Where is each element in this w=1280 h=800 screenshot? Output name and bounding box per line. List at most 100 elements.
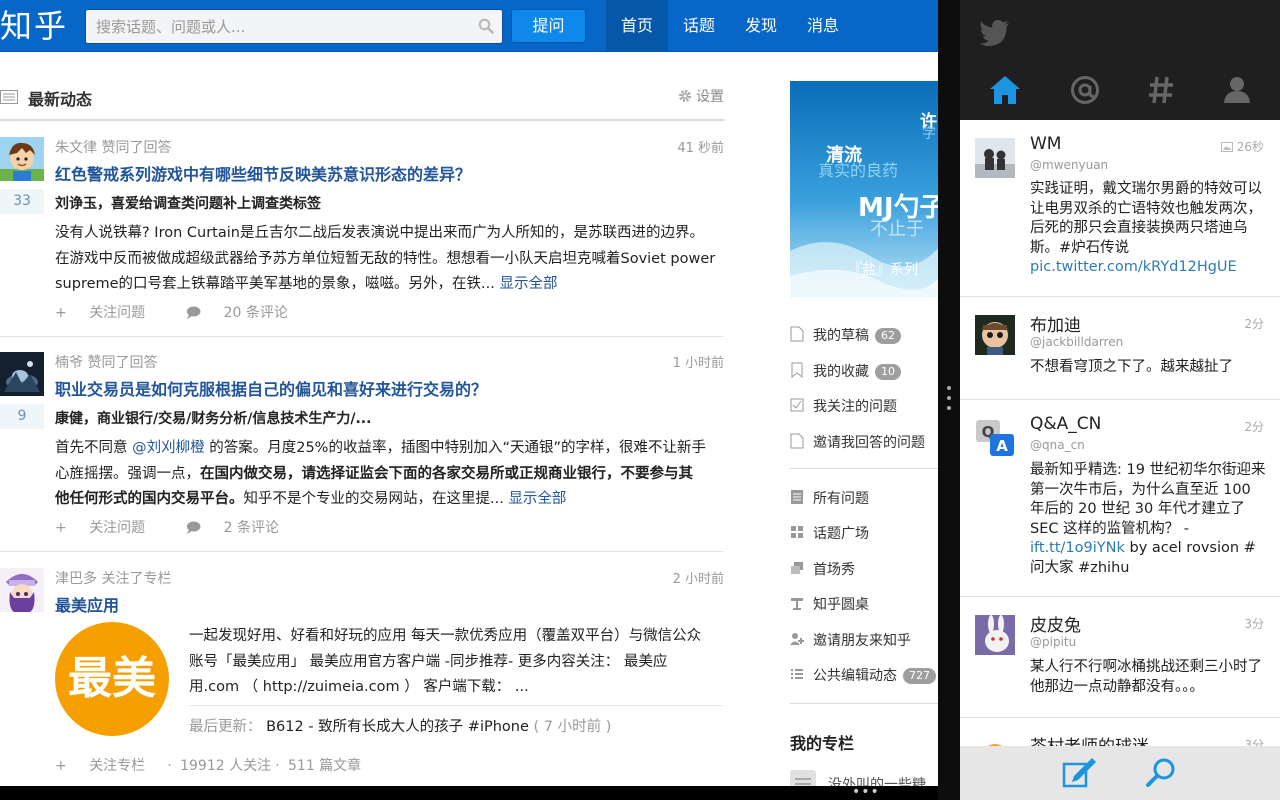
count-badge: 10 bbox=[875, 364, 901, 380]
tweet[interactable]: 布加迪 @jackbilldarren 2分 不想看穹顶之下了。越来越扯了 bbox=[960, 297, 1280, 399]
answer-summary: 首先不同意 @刘刈柳橙 的答案。月度25%的收益率，插图中特别加入“天通银”的字… bbox=[55, 436, 723, 513]
settings-label: 设置 bbox=[696, 89, 724, 105]
follow-question-button[interactable]: + 关注问题 bbox=[55, 305, 163, 321]
tweet[interactable]: 皮皮兔 @pipitu 3分 某人行不行啊冰桶挑战还剩三小时了他那边一点动静都没… bbox=[960, 597, 1280, 717]
avatar[interactable] bbox=[975, 138, 1015, 178]
follow-label: 关注问题 bbox=[89, 305, 146, 321]
avatar[interactable] bbox=[975, 615, 1015, 655]
search-input[interactable] bbox=[96, 16, 466, 38]
avatar[interactable]: QA bbox=[975, 418, 1015, 458]
edit-list-icon bbox=[790, 666, 804, 686]
compose-icon[interactable] bbox=[1062, 756, 1098, 792]
activity-meta[interactable]: 朱文律 赞同了回答 bbox=[55, 137, 171, 157]
sidebar-label: 知乎圆桌 bbox=[813, 597, 869, 613]
main-nav: 首页 话题 发现 消息 bbox=[606, 0, 854, 52]
plus-icon: + bbox=[55, 520, 67, 536]
zhihu-logo[interactable]: 知乎 bbox=[0, 6, 68, 46]
nav-explore[interactable]: 发现 bbox=[730, 0, 792, 52]
update-article-link[interactable]: B612 - 致所有长成大人的孩子 #iPhone bbox=[266, 719, 529, 735]
feed-list-icon bbox=[0, 89, 18, 108]
tweet-time: 2分 bbox=[1244, 420, 1264, 434]
feed-settings-link[interactable]: 设置 bbox=[678, 86, 724, 106]
tweet-link[interactable]: ift.tt/1o9iYNk bbox=[1030, 540, 1125, 556]
feed-item-column: 津巴多 关注了专栏 2 小时前 最美应用 最美 一起发现好用、好看和好玩的应用 … bbox=[0, 568, 724, 778]
answer-author[interactable]: 刘诤玉，喜爱给调查类问题补上调查类标签 bbox=[55, 193, 321, 213]
nav-messages[interactable]: 消息 bbox=[792, 0, 854, 52]
summary-line: 没有人说铁幕? Iron Curtain是丘吉尔二战后发表演说中提出来而广为人所… bbox=[55, 225, 704, 241]
tweet-time: 3分 bbox=[1244, 617, 1264, 631]
check-icon bbox=[790, 397, 804, 417]
tweet-text: 不想看穹顶之下了。越来越扯了 bbox=[1030, 359, 1233, 375]
activity-meta[interactable]: 楠爷 赞同了回答 bbox=[55, 352, 157, 372]
summary-bold: 他任何形式的国内交易平台。 bbox=[55, 491, 244, 507]
my-columns-title: 我的专栏 bbox=[790, 734, 855, 753]
promo-banner[interactable]: 清流 真实的良药 MJ勺子 不止于 『盐』系列 许 字 bbox=[790, 81, 938, 298]
activity-meta[interactable]: 津巴多 关注了专栏 bbox=[55, 568, 171, 588]
avatar[interactable] bbox=[0, 568, 44, 612]
follow-question-button[interactable]: + 关注问题 bbox=[55, 520, 163, 536]
tweet[interactable]: WM @mwenyuan 26秒 实践证明，戴文瑞尔男爵的特效可以让电男双杀的亡… bbox=[960, 120, 1280, 296]
nav-topics[interactable]: 话题 bbox=[668, 0, 730, 52]
show-icon bbox=[790, 560, 804, 580]
follow-column-button[interactable]: + 关注专栏 bbox=[55, 758, 163, 774]
tweet-body: 最新知乎精选: 19 世纪初华尔街迎来第一次牛市后，为什么直至近 100 年后的… bbox=[1030, 462, 1266, 537]
feed-item: 楠爷 赞同了回答 1 小时前 职业交易员是如何克服根据自己的偏见和喜好来进行交易… bbox=[0, 352, 724, 542]
invite-icon bbox=[790, 433, 804, 453]
vote-count[interactable]: 33 bbox=[0, 189, 44, 214]
tweet-handle: @mwenyuan bbox=[1030, 158, 1109, 172]
tweet-name[interactable]: Q&A_CN bbox=[1030, 414, 1101, 434]
home-icon[interactable] bbox=[989, 75, 1021, 109]
divider bbox=[0, 551, 724, 552]
show-all-link[interactable]: 显示全部 bbox=[500, 276, 558, 292]
draft-icon bbox=[790, 326, 804, 346]
tweet[interactable]: QA Q&A_CN @qna_cn 2分 最新知乎精选: 19 世纪初华尔街迎来… bbox=[960, 400, 1280, 596]
column-logo[interactable]: 最美 bbox=[55, 622, 169, 736]
answer-summary: 没有人说铁幕? Iron Curtain是丘吉尔二战后发表演说中提出来而广为人所… bbox=[55, 221, 723, 298]
table-icon bbox=[790, 595, 804, 615]
item-actions: + 关注专栏 · 19912 人关注 · 511 篇文章 bbox=[55, 758, 362, 774]
mention-link[interactable]: @刘刈柳橙 bbox=[132, 440, 205, 456]
nav-home[interactable]: 首页 bbox=[606, 0, 669, 52]
item-actions: + 关注问题 🗩 2 条评论 bbox=[55, 517, 315, 541]
gear-icon bbox=[678, 89, 696, 105]
plus-icon: + bbox=[55, 305, 67, 321]
search-icon[interactable] bbox=[1145, 756, 1177, 792]
more-dots-icon[interactable]: ••• bbox=[852, 784, 880, 800]
twitter-bottom-bar bbox=[960, 746, 1280, 800]
snap-grip-dot bbox=[947, 406, 951, 410]
tweet-name[interactable]: 布加迪 bbox=[1030, 311, 1081, 336]
snap-divider[interactable] bbox=[938, 0, 960, 800]
banner-text: 『盐』系列 bbox=[848, 262, 918, 278]
avatar[interactable] bbox=[0, 137, 44, 181]
divider bbox=[0, 336, 724, 337]
search-box[interactable] bbox=[85, 9, 503, 44]
vote-count[interactable]: 9 bbox=[0, 404, 44, 429]
tweet-time: 26秒 bbox=[1220, 138, 1264, 155]
comment-icon: 🗩 bbox=[185, 305, 202, 321]
activity-time: 1 小时前 bbox=[672, 356, 724, 371]
twitter-tabs bbox=[960, 64, 1280, 120]
sidebar-label: 我关注的问题 bbox=[813, 399, 897, 415]
avatar[interactable] bbox=[0, 352, 44, 396]
column-title[interactable]: 最美应用 bbox=[55, 592, 119, 616]
profile-icon[interactable] bbox=[1223, 75, 1251, 109]
search-icon[interactable] bbox=[478, 18, 494, 38]
mention-icon[interactable] bbox=[1070, 75, 1100, 109]
tweet-name[interactable]: WM bbox=[1030, 134, 1061, 154]
articles-count[interactable]: 511 篇文章 bbox=[288, 758, 361, 774]
avatar[interactable] bbox=[975, 315, 1015, 355]
summary-text: 心旌摇摆。强调一点， bbox=[55, 465, 200, 482]
show-all-link[interactable]: 显示全部 bbox=[508, 491, 566, 507]
hashtag-icon[interactable] bbox=[1148, 75, 1174, 109]
summary-bold: 在国内做交易，请选择证监会下面的各家交易所或正规商业银行，不要参与其 bbox=[200, 465, 693, 482]
question-title[interactable]: 职业交易员是如何克服根据自己的偏见和喜好来进行交易的？ bbox=[55, 376, 487, 400]
ask-question-button[interactable]: 提问 bbox=[511, 9, 586, 43]
followers-count[interactable]: 19912 人关注 bbox=[180, 758, 271, 774]
question-title[interactable]: 红色警戒系列游戏中有哪些细节反映美苏意识形态的差异？ bbox=[55, 161, 471, 185]
tweet-link[interactable]: pic.twitter.com/kRYd12HgUE bbox=[1030, 259, 1237, 275]
answer-author[interactable]: 康健，商业银行/交易/财务分析/信息技术生产力/... bbox=[55, 408, 371, 428]
tweet-name[interactable]: 皮皮兔 bbox=[1030, 611, 1081, 636]
comments-button[interactable]: 🗩 20 条评论 bbox=[186, 305, 306, 321]
comments-label: 2 条评论 bbox=[223, 520, 279, 536]
comments-button[interactable]: 🗩 2 条评论 bbox=[186, 520, 297, 536]
